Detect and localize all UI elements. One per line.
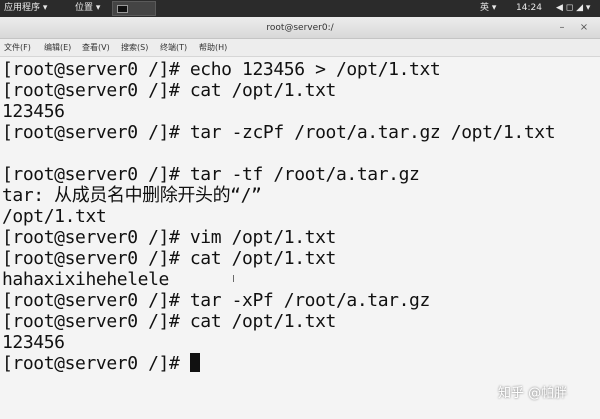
menu-help[interactable]: 帮助(H) [199, 39, 227, 57]
system-status-icons[interactable]: ◀ ◻ ◢ ▾ [556, 0, 590, 17]
menu-view[interactable]: 查看(V) [82, 39, 110, 57]
terminal-line: 123456 [2, 332, 65, 353]
terminal-line: [root@server0 /]# tar -zcPf /root/a.tar.… [2, 122, 556, 143]
taskbar-terminal-button[interactable] [112, 1, 156, 16]
watermark: 知乎 @帕胖 [498, 386, 568, 401]
terminal-line: /opt/1.txt [2, 206, 107, 227]
terminal-line: [root@server0 /]# vim /opt/1.txt [2, 227, 336, 248]
menu-search[interactable]: 搜索(S) [121, 39, 148, 57]
terminal-prompt-line[interactable]: [root@server0 /]# [2, 353, 200, 374]
close-button[interactable]: × [577, 21, 591, 35]
clock[interactable]: 14:24 [516, 0, 542, 17]
menu-bar: 文件(F) 编辑(E) 查看(V) 搜索(S) 终端(T) 帮助(H) [0, 39, 600, 57]
menu-file[interactable]: 文件(F) [4, 39, 31, 57]
applications-menu[interactable]: 应用程序 ▾ [4, 0, 47, 17]
top-panel: 应用程序 ▾ 位置 ▾ 英 ▾ 14:24 ◀ ◻ ◢ ▾ [0, 0, 600, 17]
text-cursor [189, 353, 200, 372]
terminal-line: [root@server0 /]# cat /opt/1.txt [2, 248, 336, 269]
window-titlebar[interactable]: root@server0:/ – × [0, 17, 600, 39]
mouse-ibeam-icon: I [232, 274, 235, 285]
minimize-button[interactable]: – [555, 21, 569, 35]
terminal-line: 123456 [2, 101, 65, 122]
terminal-output[interactable]: [root@server0 /]# echo 123456 > /opt/1.t… [0, 57, 600, 419]
places-menu[interactable]: 位置 ▾ [75, 0, 100, 17]
window-title: root@server0:/ [266, 23, 334, 33]
terminal-line: tar: 从成员名中删除开头的“/” [2, 185, 262, 206]
terminal-line: [root@server0 /]# tar -xPf /root/a.tar.g… [2, 290, 430, 311]
menu-edit[interactable]: 编辑(E) [44, 39, 71, 57]
input-method-indicator[interactable]: 英 ▾ [480, 0, 496, 17]
prompt: [root@server0 /]# [2, 353, 190, 374]
terminal-line: [root@server0 /]# echo 123456 > /opt/1.t… [2, 59, 441, 80]
terminal-line: [root@server0 /]# cat /opt/1.txt [2, 80, 336, 101]
terminal-line: [root@server0 /]# tar -tf /root/a.tar.gz [2, 164, 420, 185]
menu-terminal[interactable]: 终端(T) [160, 39, 187, 57]
terminal-line: [root@server0 /]# cat /opt/1.txt [2, 311, 336, 332]
terminal-line: hahaxixihehelele [2, 269, 169, 290]
terminal-thumbnail-icon [117, 5, 128, 13]
